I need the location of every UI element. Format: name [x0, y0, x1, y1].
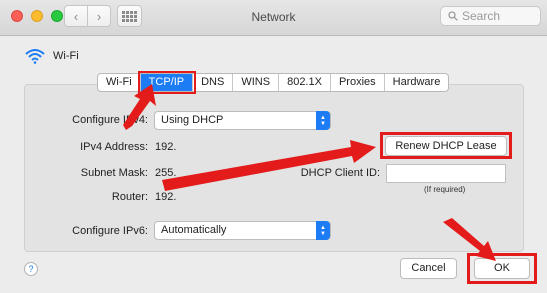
tab-8021x[interactable]: 802.1X: [279, 74, 331, 91]
ipv4-address-value: 192.: [155, 141, 177, 153]
help-button[interactable]: ?: [24, 262, 38, 276]
configure-ipv4-value: Using DHCP: [161, 114, 224, 126]
interface-name: Wi-Fi: [53, 50, 79, 62]
title-bar: ‹ › Network Search: [0, 0, 547, 36]
configure-ipv4-select[interactable]: Using DHCP ▲ ▼: [154, 111, 331, 130]
subnet-mask-label: Subnet Mask:: [80, 167, 148, 179]
subnet-mask-value: 255.: [155, 167, 177, 179]
cancel-button[interactable]: Cancel: [400, 258, 457, 279]
tab-bar: Wi-Fi TCP/IP DNS WINS 802.1X Proxies Har…: [97, 71, 450, 94]
tab-hardware[interactable]: Hardware: [385, 74, 449, 91]
dhcp-client-id-hint: (If required): [424, 185, 466, 194]
configure-ipv4-label: Configure IPv4:: [72, 114, 148, 126]
dhcp-client-id-field[interactable]: [386, 164, 506, 183]
router-label: Router:: [111, 191, 148, 203]
select-arrows-icon: ▲ ▼: [316, 111, 330, 130]
search-input[interactable]: Search: [440, 6, 541, 26]
dhcp-client-id-label: DHCP Client ID:: [300, 167, 380, 179]
search-placeholder: Search: [462, 9, 501, 23]
configure-ipv6-value: Automatically: [161, 224, 227, 236]
help-icon: ?: [28, 264, 34, 274]
renew-button-highlight: [380, 132, 512, 159]
search-icon: [448, 11, 458, 21]
tab-dns[interactable]: DNS: [193, 74, 234, 91]
router-value: 192.: [155, 191, 177, 203]
ipv4-address-label: IPv4 Address:: [80, 141, 148, 153]
tab-tcp-ip[interactable]: TCP/IP: [137, 71, 197, 94]
configure-ipv6-label: Configure IPv6:: [72, 225, 148, 237]
tab-proxies[interactable]: Proxies: [331, 74, 385, 91]
select-arrows-icon: ▲ ▼: [316, 221, 330, 240]
tab-wifi[interactable]: Wi-Fi: [98, 74, 141, 91]
wifi-icon: [25, 49, 45, 64]
ok-button-highlight: [467, 253, 537, 284]
interface-header: Wi-Fi: [24, 48, 79, 64]
tab-wins[interactable]: WINS: [233, 74, 280, 91]
configure-ipv6-select[interactable]: Automatically ▲ ▼: [154, 221, 331, 240]
